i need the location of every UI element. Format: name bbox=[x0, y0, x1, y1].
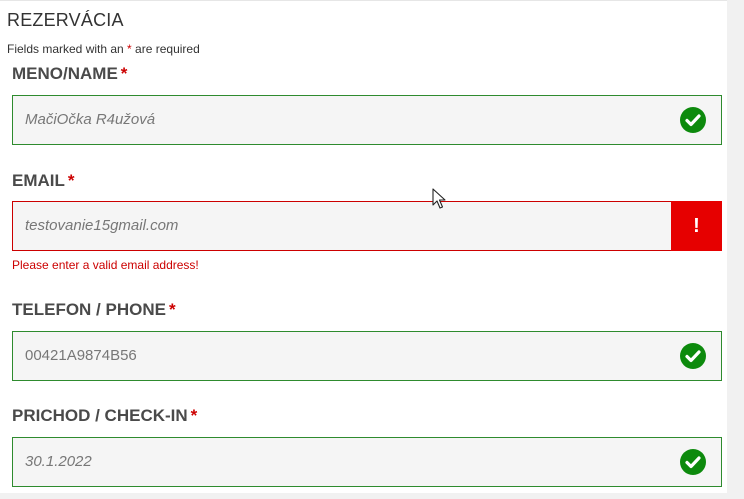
checkmark-circle-icon bbox=[680, 449, 706, 475]
required-note-suffix: are required bbox=[131, 42, 200, 56]
name-label: MENO/NAME * bbox=[12, 64, 127, 84]
email-field[interactable]: testovanie15gmail.com ! bbox=[12, 201, 722, 251]
required-note-prefix: Fields marked with an bbox=[7, 42, 128, 56]
email-label-text: EMAIL bbox=[12, 171, 65, 190]
phone-field[interactable]: 00421A9874B56 bbox=[12, 331, 722, 381]
email-error-message: Please enter a valid email address! bbox=[12, 258, 199, 272]
name-value: MačiOčka R4užová bbox=[25, 111, 156, 128]
required-note: Fields marked with an * are required bbox=[7, 42, 200, 56]
reservation-form: REZERVÁCIA Fields marked with an * are r… bbox=[0, 0, 727, 493]
email-label: EMAIL * bbox=[12, 171, 75, 191]
checkmark-circle-icon bbox=[680, 107, 706, 133]
phone-label-text: TELEFON / PHONE bbox=[12, 300, 166, 319]
checkin-label-text: PRICHOD / CHECK-IN bbox=[12, 406, 188, 425]
phone-value: 00421A9874B56 bbox=[25, 347, 137, 364]
checkmark-circle-icon bbox=[680, 343, 706, 369]
required-asterisk: * bbox=[67, 171, 75, 190]
required-asterisk: * bbox=[168, 300, 176, 319]
checkin-label: PRICHOD / CHECK-IN * bbox=[12, 406, 197, 426]
checkin-value: 30.1.2022 bbox=[25, 453, 92, 470]
checkin-date-field[interactable]: 30.1.2022 bbox=[12, 437, 722, 487]
exclamation-icon: ! bbox=[671, 201, 722, 251]
required-asterisk: * bbox=[120, 64, 128, 83]
name-field[interactable]: MačiOčka R4užová bbox=[12, 95, 722, 145]
phone-label: TELEFON / PHONE * bbox=[12, 300, 176, 320]
email-value: testovanie15gmail.com bbox=[25, 217, 179, 234]
form-title: REZERVÁCIA bbox=[7, 10, 124, 30]
mouse-pointer-icon bbox=[432, 188, 446, 209]
required-asterisk: * bbox=[190, 406, 198, 425]
name-label-text: MENO/NAME bbox=[12, 64, 118, 83]
